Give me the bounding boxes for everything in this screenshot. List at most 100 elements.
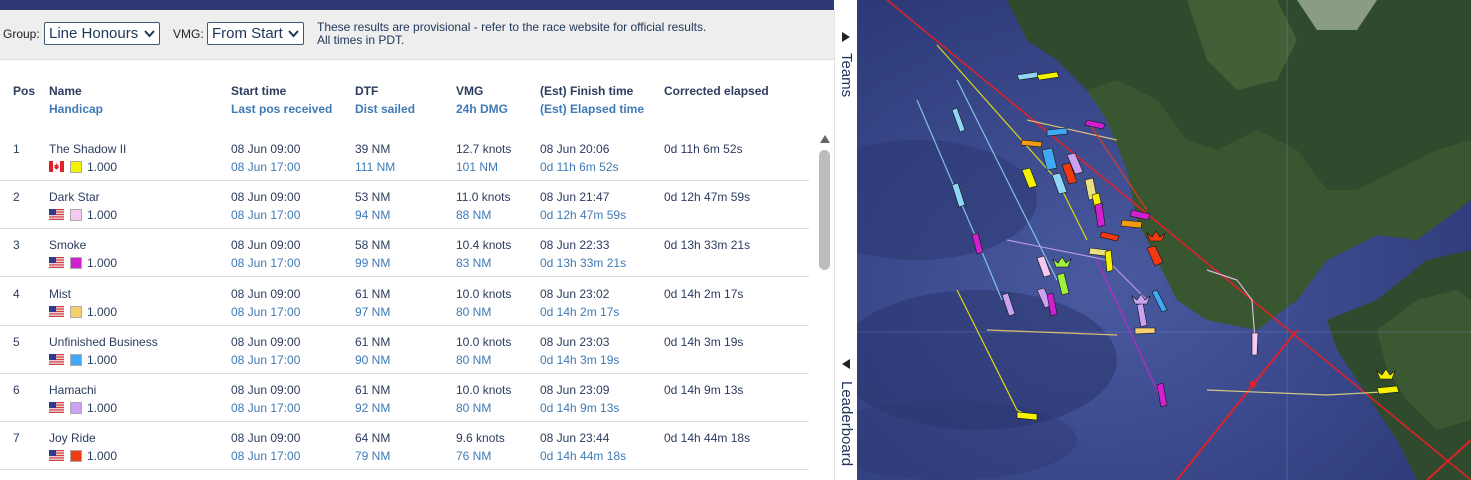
boat-name[interactable]: Dark Star [49, 190, 100, 204]
start-time: 08 Jun 09:00 [231, 334, 301, 349]
handicap-value: 1.000 [87, 449, 118, 464]
chevron-down-icon [288, 24, 299, 45]
dist-sailed-value: 94 NM [355, 208, 391, 223]
table-row[interactable]: 4 Mist 08 Jun 09:00 08 Jun 17:00 61 NM 97 NM 1… [0, 278, 809, 326]
leaderboard-tab-label: Leaderboard [838, 381, 855, 467]
race-map[interactable] [857, 0, 1471, 480]
boat-name[interactable]: Mist [49, 287, 71, 301]
group-select[interactable]: Line Honours [44, 22, 160, 45]
row-pos: 7 [13, 431, 20, 446]
handicap-value: 1.000 [87, 304, 118, 319]
boat-color-swatch [70, 257, 82, 270]
dtf-value: 53 NM [355, 190, 391, 205]
table-row[interactable]: 3 Smoke 08 Jun 09:00 08 Jun 17:00 58 NM 99 NM… [0, 229, 809, 278]
last-pos-received: 08 Jun 17:00 [231, 304, 301, 319]
dmg-value: 76 NM [456, 449, 492, 464]
handicap-value: 1.000 [87, 352, 118, 367]
start-time: 08 Jun 09:00 [231, 142, 301, 156]
dtf-value: 58 NM [355, 238, 391, 253]
boat-color-swatch [70, 161, 82, 173]
vmg-value: 9.6 knots [456, 431, 505, 446]
table-row[interactable]: 2 Dark Star 08 Jun 09:00 08 Jun 17:00 53 NM 9… [0, 181, 809, 230]
dtf-value: 64 NM [355, 431, 391, 446]
start-time: 08 Jun 09:00 [231, 383, 301, 397]
header-dtf: DTF [355, 84, 379, 98]
last-pos-received: 08 Jun 17:00 [231, 352, 301, 367]
header-handicap: Handicap [49, 102, 104, 116]
last-pos-received: 08 Jun 17:00 [231, 256, 301, 271]
triangle-up-icon[interactable] [818, 133, 832, 145]
usa-flag-icon [49, 257, 64, 269]
start-time: 08 Jun 09:00 [231, 238, 301, 253]
start-time: 08 Jun 09:00 [231, 431, 301, 446]
dist-sailed-value: 99 NM [355, 256, 391, 271]
handicap-value: 1.000 [87, 256, 118, 271]
boat-color-swatch [70, 209, 82, 222]
handicap-value: 1.000 [87, 208, 118, 223]
dmg-value: 80 NM [456, 304, 492, 319]
boat-name[interactable]: Smoke [49, 238, 86, 252]
table-row[interactable]: 7 Joy Ride 08 Jun 09:00 08 Jun 17:00 64 NM 79… [0, 422, 809, 471]
header-pos: Pos [13, 84, 36, 98]
dist-sailed-value: 97 NM [355, 304, 391, 319]
leaderboard-tab[interactable]: Leaderboard [835, 350, 858, 480]
dmg-value: 101 NM [456, 160, 499, 174]
scrollbar-thumb[interactable] [819, 150, 830, 270]
vmg-value: 11.0 knots [456, 190, 511, 205]
elapsed-time: 0d 14h 2m 17s [540, 304, 620, 319]
handicap-value: 1.000 [87, 160, 118, 174]
map-canvas[interactable] [857, 0, 1471, 480]
row-pos: 1 [13, 142, 20, 156]
group-label: Group: [3, 27, 40, 41]
usa-flag-icon [49, 402, 64, 414]
boat-name[interactable]: Joy Ride [49, 431, 96, 445]
header-last-pos: Last pos received [231, 102, 333, 116]
table-row[interactable]: 1 The Shadow II 08 Jun 09:00 08 Jun 17:00 39… [0, 133, 809, 181]
usa-flag-icon [49, 450, 64, 462]
canada-flag-icon [49, 161, 64, 172]
finish-time: 08 Jun 23:03 [540, 334, 610, 349]
table-row[interactable]: 6 Hamachi 08 Jun 09:00 08 Jun 17:00 61 NM 92 … [0, 374, 809, 422]
corrected-elapsed: 0d 14h 3m 19s [664, 334, 744, 349]
vmg-select[interactable]: From Start [207, 22, 304, 45]
start-time: 08 Jun 09:00 [231, 286, 301, 301]
dist-sailed-value: 111 NM [355, 160, 396, 174]
boat-color-swatch [70, 305, 82, 318]
vmg-select-value: From Start [212, 25, 283, 42]
chevron-down-icon [144, 24, 155, 45]
row-pos: 2 [13, 190, 20, 205]
vmg-value: 10.0 knots [456, 334, 512, 349]
dmg-value: 80 NM [456, 352, 492, 367]
dmg-value: 83 NM [456, 256, 492, 271]
finish-time: 08 Jun 23:09 [540, 383, 610, 397]
elapsed-time: 0d 13h 33m 21s [540, 256, 627, 271]
start-time: 08 Jun 09:00 [231, 190, 301, 205]
table-row[interactable]: 5 Unfinished Business 08 Jun 09:00 08 Jun 1… [0, 326, 809, 374]
last-pos-received: 08 Jun 17:00 [231, 160, 301, 174]
corrected-elapsed: 0d 14h 44m 18s [664, 431, 751, 446]
finish-time: 08 Jun 23:02 [540, 286, 610, 301]
boat-name[interactable]: Unfinished Business [49, 335, 158, 349]
group-select-value: Line Honours [49, 25, 139, 42]
finish-time: 08 Jun 20:06 [540, 142, 610, 156]
teams-tab[interactable]: Teams [835, 10, 858, 110]
boat-name[interactable]: Hamachi [49, 383, 96, 397]
row-pos: 5 [13, 334, 20, 349]
last-pos-received: 08 Jun 17:00 [231, 401, 301, 415]
dtf-value: 61 NM [355, 334, 391, 349]
side-tabs: Teams Leaderboard [834, 10, 857, 480]
boat-color-swatch [70, 450, 82, 463]
dtf-value: 61 NM [355, 383, 391, 397]
boat-name[interactable]: The Shadow II [49, 142, 126, 156]
filter-bar: Group: Line Honours VMG: From Start Thes… [0, 10, 834, 60]
top-strip [0, 0, 834, 10]
header-elapsed: (Est) Elapsed time [540, 102, 645, 116]
header-corrected: Corrected elapsed [664, 84, 769, 98]
elapsed-time: 0d 14h 3m 19s [540, 352, 620, 367]
dmg-value: 88 NM [456, 208, 492, 223]
boat-color-swatch [70, 353, 82, 366]
results-panel: Group: Line Honours VMG: From Start Thes… [0, 0, 834, 480]
row-pos: 4 [13, 286, 20, 301]
elapsed-time: 0d 14h 44m 18s [540, 449, 627, 464]
vmg-value: 10.0 knots [456, 286, 512, 301]
